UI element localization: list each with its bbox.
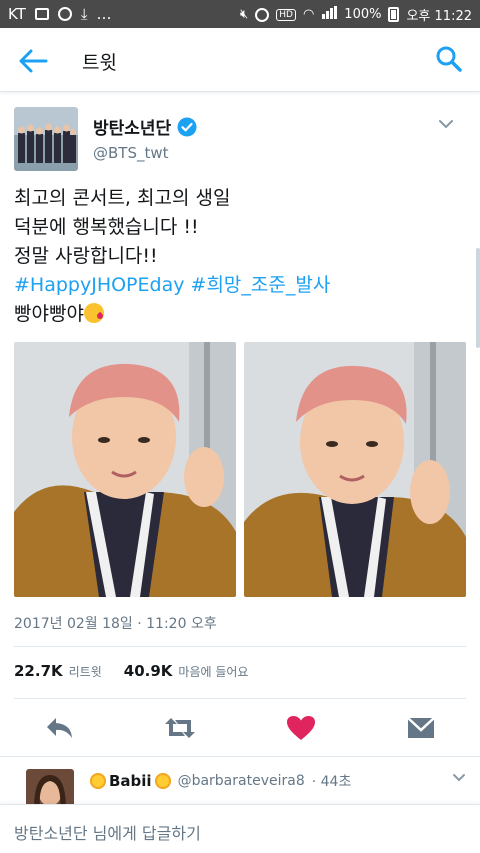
alarm-icon	[255, 7, 270, 22]
envelope-icon	[407, 717, 435, 738]
retweet-button[interactable]	[163, 714, 195, 742]
tweet-photo[interactable]	[244, 342, 466, 597]
tweet-text: 최고의 콘서트, 최고의 생일 덕분에 행복했습니다 !! 정말 사랑합니다!!…	[14, 184, 464, 329]
hd-icon: HD	[276, 8, 296, 21]
scroll-indicator[interactable]	[476, 248, 480, 348]
hashtag-link[interactable]: #HappyJHOPEday	[14, 274, 184, 296]
page-title: 트윗	[82, 52, 117, 74]
reply-list-item[interactable]: Babii @barbarateveira8 · 44초	[0, 756, 480, 804]
download-icon: ⤓	[80, 5, 88, 23]
tweet-actions	[0, 708, 480, 748]
like-button[interactable]	[285, 714, 317, 742]
clock: 오후 11:22	[406, 9, 472, 24]
reply-time: · 44초	[311, 774, 352, 790]
reply-button[interactable]	[44, 714, 76, 742]
heart-icon	[287, 716, 315, 740]
like-label: 마음에 들어요	[178, 665, 249, 679]
retweet-icon	[165, 718, 195, 738]
back-button[interactable]	[16, 46, 50, 76]
tweet-text-line: 빵야빵야	[14, 303, 84, 325]
tweet-text-line: 덕분에 행복했습니다 !!	[14, 216, 199, 238]
tweet-timestamp: 2017년 02월 18일 · 11:20 오후	[14, 616, 217, 632]
author-name: 방탄소년단	[93, 119, 172, 139]
retweet-label: 리트윗	[68, 665, 102, 679]
tweet-photo[interactable]	[14, 342, 236, 597]
reply-compose-bar[interactable]: 방탄소년단 님에게 답글하기	[0, 804, 480, 853]
sun-emoji-icon	[90, 773, 106, 789]
reply-input-placeholder[interactable]: 방탄소년단 님에게 답글하기	[14, 820, 201, 844]
chevron-down-icon[interactable]	[438, 118, 454, 130]
tweet-text-line: 최고의 콘서트, 최고의 생일	[14, 187, 231, 209]
search-button[interactable]	[434, 44, 464, 74]
verified-badge-icon	[177, 117, 197, 136]
signal-icon	[321, 6, 338, 23]
author-handle: @BTS_twt	[93, 144, 169, 162]
wifi-icon: ◠	[302, 7, 315, 22]
kissing-face-icon	[83, 303, 104, 323]
reply-author[interactable]: Babii @barbarateveira8 · 44초	[90, 771, 351, 791]
reply-icon	[47, 718, 72, 738]
direct-message-button[interactable]	[405, 714, 437, 742]
chevron-down-icon[interactable]	[452, 773, 466, 783]
more-icon: …	[96, 5, 112, 23]
tweet-text-line: 정말 사랑합니다!!	[14, 245, 158, 267]
battery-icon	[388, 7, 400, 22]
divider	[14, 698, 466, 699]
status-bar: KT ⤓ … 🔇︎ HD ◠ 100% 오후 11:22	[0, 0, 480, 28]
author-name-row[interactable]: 방탄소년단	[93, 114, 197, 139]
reply-avatar[interactable]	[26, 769, 74, 804]
tweet-stats: 22.7K 리트윗 40.9K 마음에 들어요	[14, 662, 264, 680]
search-icon	[436, 46, 462, 72]
retweet-count[interactable]: 22.7K	[14, 662, 63, 680]
reply-author-name: Babii	[109, 772, 152, 790]
image-icon	[34, 8, 49, 20]
record-icon	[57, 7, 72, 21]
divider	[14, 646, 466, 647]
app-bar: 트윗	[0, 28, 480, 92]
hashtag-link[interactable]: #희망_조준_발사	[191, 274, 331, 296]
reply-author-handle: @barbarateveira8	[177, 773, 305, 789]
battery-percent: 100%	[344, 7, 382, 22]
author-avatar[interactable]	[14, 107, 78, 171]
like-count[interactable]: 40.9K	[124, 662, 173, 680]
arrow-left-icon	[19, 49, 48, 73]
sun-emoji-icon	[154, 773, 171, 789]
carrier-label: KT	[8, 5, 26, 23]
mute-icon: 🔇︎	[240, 7, 249, 22]
